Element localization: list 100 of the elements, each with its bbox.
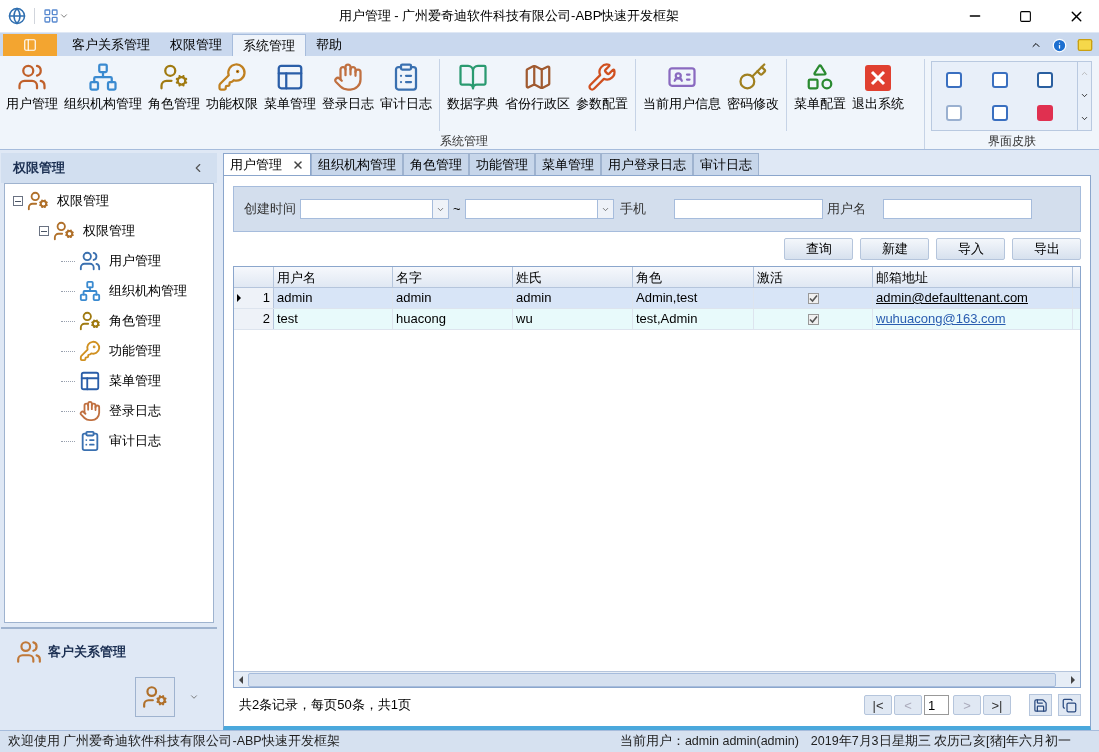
- ribbon-button[interactable]: 参数配置: [573, 59, 631, 131]
- ribbon-tab[interactable]: 系统管理: [232, 34, 306, 56]
- ribbon-button[interactable]: 功能权限: [203, 59, 261, 131]
- ribbon-button[interactable]: 数据字典: [444, 59, 502, 131]
- tree-item[interactable]: 菜单管理: [109, 371, 161, 391]
- print-button[interactable]: [1058, 694, 1081, 716]
- tree-item[interactable]: 功能管理: [109, 341, 161, 361]
- menu-panel-icon: [275, 62, 305, 92]
- ribbon-tab[interactable]: 权限管理: [160, 34, 232, 56]
- hand-icon: [79, 400, 101, 422]
- email-link[interactable]: admin@defaulttenant.com: [876, 290, 1028, 305]
- document-tab[interactable]: 用户管理: [223, 153, 311, 175]
- nav-icon-button[interactable]: [135, 677, 175, 717]
- group-label: 系统管理: [439, 134, 488, 148]
- tree-toggle[interactable]: [39, 226, 49, 236]
- table-cell: huacong: [393, 309, 513, 329]
- document-tab[interactable]: 用户登录日志: [601, 153, 693, 175]
- table-row[interactable]: 1 admin admin admin Admin,test admin@defaulttenant.com: [234, 288, 1080, 309]
- tree-toggle[interactable]: [13, 196, 23, 206]
- skin-icon[interactable]: [991, 72, 1008, 88]
- checkbox[interactable]: [807, 292, 819, 304]
- skin-icon[interactable]: [946, 72, 962, 88]
- tree-item[interactable]: 用户管理: [109, 251, 161, 271]
- document-tab[interactable]: 功能管理: [469, 153, 535, 175]
- pager-summary: 共2条记录，每页50条，共1页: [239, 696, 411, 715]
- field-label: 用户名: [826, 200, 867, 219]
- action-button[interactable]: 导入: [936, 238, 1005, 260]
- sidebar-title: 权限管理: [13, 159, 65, 178]
- skin-icon[interactable]: [1037, 105, 1054, 121]
- document-tab[interactable]: 菜单管理: [535, 153, 601, 175]
- ribbon-button[interactable]: 省份行政区: [502, 59, 573, 131]
- email-link[interactable]: wuhuacong@163.com: [876, 311, 1006, 326]
- hand-icon: [333, 62, 363, 92]
- books-icon: [458, 62, 488, 92]
- document-tab[interactable]: 审计日志: [693, 153, 759, 175]
- ribbon-button[interactable]: 菜单配置: [791, 59, 849, 131]
- tree-item[interactable]: 权限管理: [83, 221, 135, 241]
- action-button[interactable]: 导出: [1012, 238, 1081, 260]
- column-header[interactable]: 角色: [633, 267, 754, 287]
- tree-item[interactable]: 角色管理: [109, 311, 161, 331]
- ribbon-button[interactable]: 用户管理: [3, 59, 61, 131]
- shapes-icon: [805, 62, 835, 92]
- ribbon-button[interactable]: 审计日志: [377, 59, 435, 131]
- org-chart-icon: [79, 280, 101, 302]
- app-icon[interactable]: [8, 7, 26, 25]
- range-separator: ~: [453, 200, 461, 219]
- username-field[interactable]: [882, 199, 1032, 219]
- ribbon-tab[interactable]: 客户关系管理: [62, 34, 160, 56]
- tree-item[interactable]: 组织机构管理: [109, 281, 187, 301]
- layout-icon[interactable]: [43, 8, 59, 24]
- caret-icon[interactable]: [59, 11, 69, 21]
- ribbon-button[interactable]: 角色管理: [145, 59, 203, 131]
- pager-button[interactable]: >|: [983, 695, 1011, 715]
- skin-icon[interactable]: [1037, 72, 1054, 88]
- maximize-icon[interactable]: [1019, 9, 1032, 23]
- tree-item[interactable]: 审计日志: [109, 431, 161, 451]
- ribbon-button[interactable]: 密码修改: [724, 59, 782, 131]
- menu-panel-icon: [79, 370, 101, 392]
- tree-item[interactable]: 权限管理: [57, 191, 109, 211]
- date-field[interactable]: [464, 199, 614, 219]
- key-icon: [217, 62, 247, 92]
- table-cell: Admin,test: [633, 288, 754, 308]
- table-row[interactable]: 2 test huacong wu test,Admin wuhuacong@163.com: [234, 309, 1080, 330]
- column-header[interactable]: 名字: [393, 267, 513, 287]
- column-header[interactable]: 邮箱地址: [873, 267, 1073, 287]
- action-button[interactable]: 新建: [860, 238, 929, 260]
- field-label: 创建时间: [244, 200, 296, 219]
- status-text: 欢迎使用 广州爱奇迪软件科技有限公司-ABP快速开发框架: [8, 733, 340, 751]
- document-tab[interactable]: 组织机构管理: [311, 153, 403, 175]
- horizontal-scrollbar[interactable]: [234, 671, 1080, 687]
- page-field[interactable]: 1: [924, 695, 949, 715]
- pager-button[interactable]: |<: [864, 695, 892, 715]
- group-label: 界面皮肤: [987, 134, 1036, 148]
- ribbon-button[interactable]: 当前用户信息: [640, 59, 724, 131]
- ribbon-button[interactable]: 退出系统: [849, 59, 907, 131]
- field-label: 手机: [619, 200, 647, 219]
- action-button[interactable]: 查询: [784, 238, 853, 260]
- status-text: 2019年7月3日星期三 农历己亥[猪]年六月初一: [810, 733, 1071, 751]
- export-button[interactable]: [1029, 694, 1052, 716]
- document-tab[interactable]: 角色管理: [403, 153, 469, 175]
- ribbon-button[interactable]: 菜单管理: [261, 59, 319, 131]
- tree-item[interactable]: 登录日志: [109, 401, 161, 421]
- ribbon-button[interactable]: 登录日志: [319, 59, 377, 131]
- table-cell: admin: [513, 288, 633, 308]
- date-field[interactable]: [300, 199, 449, 219]
- users-gear-icon: [53, 220, 75, 242]
- column-header[interactable]: 用户名: [274, 267, 393, 287]
- ribbon-tab[interactable]: 帮助: [306, 34, 352, 56]
- org-chart-icon: [88, 62, 118, 92]
- table-cell: admin: [393, 288, 513, 308]
- column-header[interactable]: 姓氏: [513, 267, 633, 287]
- key-icon: [79, 340, 101, 362]
- skin-icon[interactable]: [991, 105, 1008, 121]
- phone-field[interactable]: [673, 199, 823, 219]
- info-icon[interactable]: [1052, 37, 1067, 53]
- checkbox[interactable]: [807, 313, 819, 325]
- nav-section[interactable]: 客户关系管理: [48, 642, 126, 662]
- column-header[interactable]: 激活: [754, 267, 873, 287]
- ribbon-button[interactable]: 组织机构管理: [61, 59, 145, 131]
- close-icon[interactable]: [292, 158, 304, 171]
